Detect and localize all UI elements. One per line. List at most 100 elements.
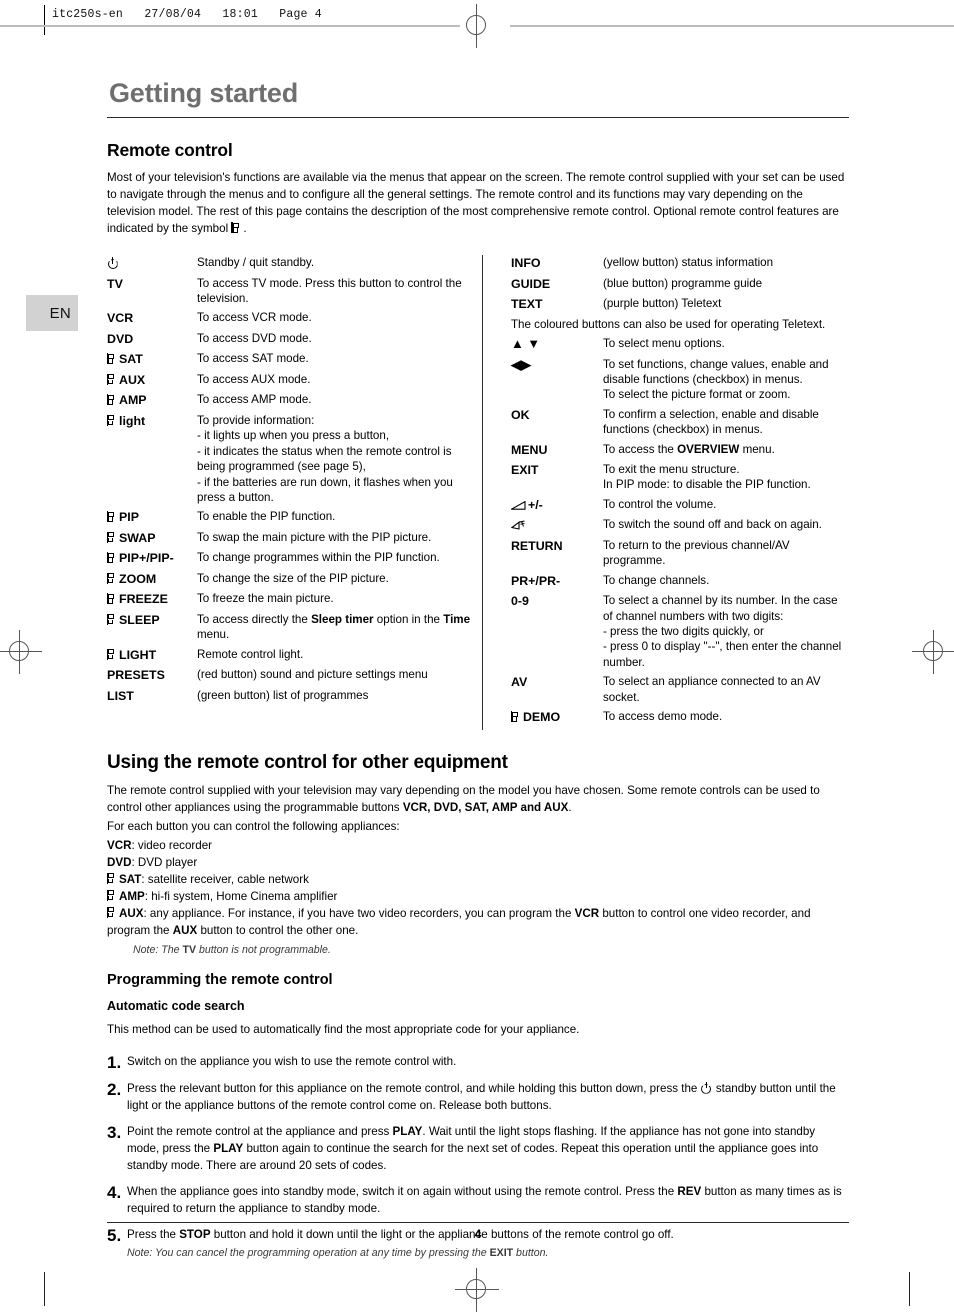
remote-button-row: ▲ ▼ To select menu options.	[511, 336, 849, 357]
remote-note-text: The coloured buttons can also be used fo…	[510, 317, 826, 331]
step-text: Press the relevant button for this appli…	[127, 1081, 836, 1112]
remote-button-key-amp: AMP	[107, 392, 197, 413]
remote-button-key-light: light	[107, 413, 197, 509]
remote-button-key-presets: PRESETS	[107, 668, 165, 683]
optional-feature-icon	[107, 572, 116, 584]
optional-feature-icon	[107, 906, 116, 918]
remote-button-key-av: AV	[510, 675, 528, 690]
remote-button-subline: - press 0 to display "--", then enter th…	[602, 640, 842, 669]
remote-button-description: To swap the main picture with the PIP pi…	[197, 530, 432, 544]
remote-button-key-menu: MENU	[510, 442, 548, 457]
remote-button-key-info: INFO	[510, 256, 541, 271]
optional-feature-icon	[107, 511, 116, 523]
optional-feature-icon	[107, 872, 116, 884]
remote-button-description: To set functions, change values, enable …	[603, 357, 849, 407]
programming-intro: This method can be used to automatically…	[107, 1022, 580, 1036]
remote-button-row: EXIT To exit the menu structure. In PIP mo…	[511, 462, 849, 497]
remote-button-description: (purple button) Teletext	[602, 297, 722, 311]
remote-button-row: FREEZE To freeze the main picture.	[107, 591, 474, 612]
other-equipment-p1-end: .	[568, 800, 572, 814]
remote-button-row: PIP To enable the PIP function.	[107, 509, 474, 530]
remote-button-key-icon: ◀▶	[511, 357, 603, 407]
remote-button-key-aux: AUX	[107, 372, 197, 393]
step-text: When the appliance goes into standby mod…	[127, 1184, 842, 1215]
remote-button-table-right: INFO (yellow button) status information GU…	[510, 255, 849, 729]
remote-button-row: PR+/PR- To change channels.	[511, 573, 849, 594]
remote-button-row: INFO (yellow button) status information	[511, 255, 849, 276]
remote-button-description: To access VCR mode.	[197, 311, 312, 325]
remote-button-description: (red button) sound and picture settings …	[197, 668, 428, 682]
page-content: Getting started Remote control Most of y…	[107, 0, 849, 1261]
remote-button-key-swap: SWAP	[107, 530, 197, 551]
remote-button-description: To exit the menu structure. In PIP mode: …	[603, 462, 849, 497]
appliance-line-sat: SAT: satellite receiver, cable network	[107, 871, 849, 888]
remote-button-description: To access AMP mode.	[197, 393, 312, 407]
optional-feature-icon	[107, 593, 116, 605]
remote-button-key-sat: SAT	[107, 351, 197, 372]
page-number: 4	[474, 1227, 482, 1241]
appliance-key: AUX	[119, 906, 144, 920]
remote-button-description: To enable the PIP function.	[197, 510, 336, 524]
remote-button-row: OK To confirm a selection, enable and dis…	[511, 407, 849, 442]
remote-button-subline: - if the batteries are run down, it flas…	[197, 475, 453, 504]
remote-button-key-icon	[510, 517, 603, 538]
step-number: 3.	[107, 1122, 122, 1142]
appliance-key: SAT	[119, 872, 142, 886]
programming-step: 2. Press the relevant button for this app…	[107, 1071, 849, 1114]
remote-button-row: ZOOM To change the size of the PIP pictur…	[107, 571, 474, 592]
remote-button-key-tv: TV	[107, 276, 123, 291]
remote-button-key-icon	[107, 255, 197, 276]
remote-button-column-left: Standby / quit standby. TV To access TV mo…	[107, 255, 474, 729]
optional-feature-icon	[107, 889, 116, 901]
appliance-line-amp: AMP: hi-fi system, Home Cinema amplifier	[107, 888, 849, 905]
remote-button-row: LIGHT Remote control light.	[107, 647, 474, 668]
registration-mark-bottom	[455, 1268, 499, 1312]
remote-button-description: To access AUX mode.	[197, 372, 311, 386]
remote-button-row: To switch the sound off and back on agai…	[510, 517, 849, 538]
page-footer: 4	[107, 1222, 849, 1241]
optional-feature-icon	[231, 222, 240, 234]
appliance-line-aux: AUX: any appliance. For instance, if you…	[107, 906, 811, 937]
appliance-line-vcr: VCR: video recorder	[107, 838, 213, 852]
remote-button-reference: Standby / quit standby. TV To access TV mo…	[107, 255, 849, 730]
step-text: Switch on the appliance you wish to use …	[127, 1054, 457, 1068]
remote-button-key-vcr: VCR	[107, 311, 134, 326]
remote-button-key-0-9: 0-9	[510, 594, 529, 609]
remote-button-description: To access directly the Sleep timer optio…	[197, 612, 471, 642]
step-text: Point the remote control at the applianc…	[127, 1124, 819, 1172]
remote-control-intro: Most of your television's functions are …	[107, 161, 849, 237]
remote-button-description: To freeze the main picture.	[197, 592, 334, 606]
optional-feature-icon	[107, 353, 116, 365]
remote-button-subline: In PIP mode: to disable the PIP function…	[602, 478, 811, 492]
remote-button-description: To select menu options.	[602, 337, 725, 351]
crop-mark-bottom-right	[909, 1272, 910, 1306]
remote-button-description: To control the volume.	[602, 497, 717, 511]
right-arrow-icon: ▶	[520, 356, 531, 372]
optional-feature-icon	[107, 414, 116, 426]
optional-feature-icon	[107, 373, 116, 385]
remote-button-row: SAT To access SAT mode.	[107, 351, 474, 372]
print-header-tick	[44, 5, 45, 35]
section-heading-other-equipment: Using the remote control for other equip…	[107, 751, 508, 773]
remote-button-key-list: LIST	[107, 688, 134, 703]
remote-button-row: TV To access TV mode. Press this button t…	[107, 276, 474, 311]
step-note: Note: You can cancel the programming ope…	[127, 1246, 549, 1259]
section-heading-remote-control: Remote control	[107, 140, 233, 160]
remote-button-description: To select an appliance connected to an A…	[602, 675, 821, 704]
remote-button-description: To confirm a selection, enable and disab…	[602, 407, 819, 437]
remote-button-row: GUIDE (blue button) programme guide	[511, 276, 849, 297]
chapter-title: Getting started	[109, 78, 299, 108]
remote-button-description: To switch the sound off and back on agai…	[602, 518, 822, 532]
remote-button-row: DVD To access DVD mode.	[107, 331, 474, 352]
other-equipment-paragraph-1: The remote control supplied with your te…	[107, 774, 849, 816]
remote-button-subline: - press the two digits quickly, or	[602, 625, 764, 638]
remote-button-key-return: RETURN	[510, 538, 563, 553]
remote-button-table-left: Standby / quit standby. TV To access TV mo…	[107, 255, 474, 708]
crop-mark-bottom-left	[44, 1272, 45, 1306]
remote-button-description: To change programmes within the PIP func…	[197, 551, 440, 565]
remote-button-subline: - it lights up when you press a button,	[197, 429, 390, 443]
remote-button-description: (green button) list of programmes	[197, 688, 369, 702]
remote-button-key-sleep: SLEEP	[107, 612, 197, 647]
remote-button-description: Standby / quit standby.	[197, 256, 315, 270]
appliance-key: VCR	[107, 838, 132, 852]
